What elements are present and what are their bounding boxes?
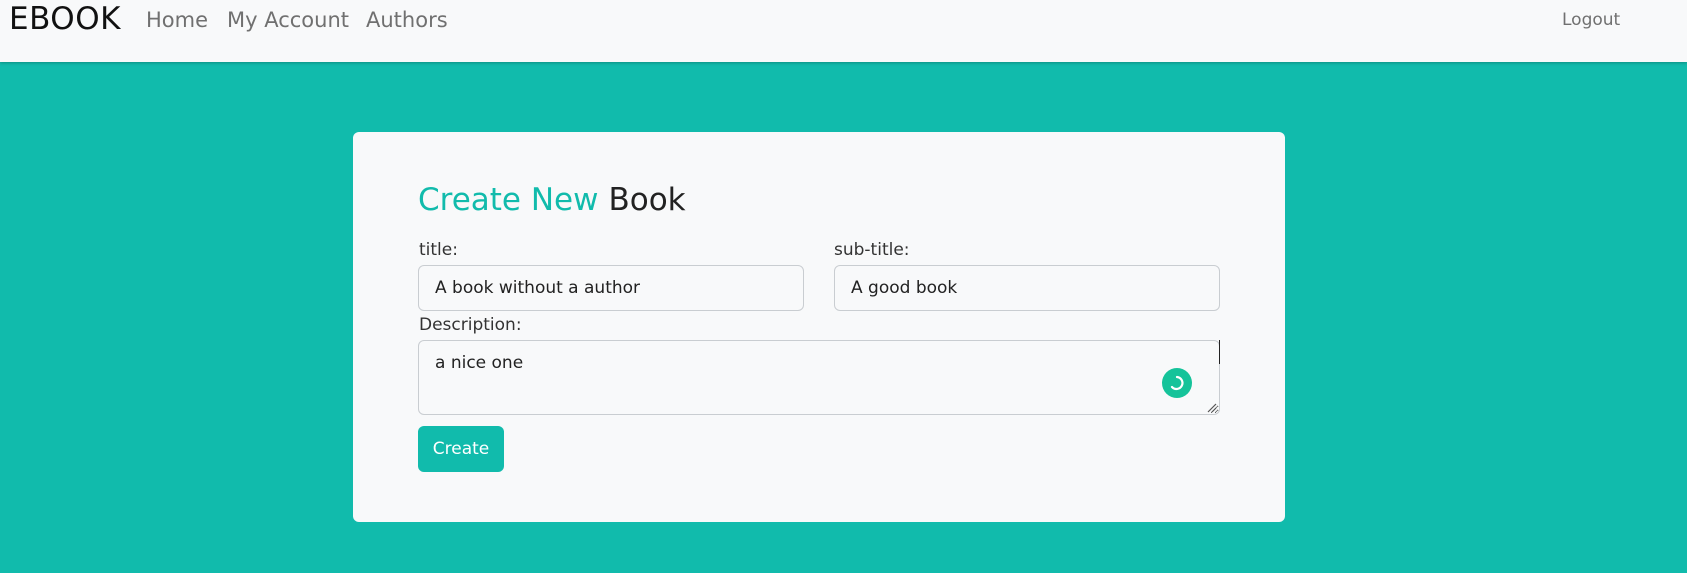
text-caret <box>1219 340 1220 364</box>
nav-link-home[interactable]: Home <box>146 8 208 32</box>
subtitle-input[interactable] <box>834 265 1220 311</box>
resize-grip-icon[interactable] <box>1205 401 1217 413</box>
create-book-card: Create NewBook title: sub-title: Descrip… <box>353 132 1285 522</box>
nav-link-authors[interactable]: Authors <box>366 8 448 32</box>
grammar-assistant-icon[interactable] <box>1162 368 1192 398</box>
page-title-accent: Create New <box>418 182 599 218</box>
navbar: EBOOK Home My Account Authors Logout <box>0 0 1687 62</box>
brand-logo[interactable]: EBOOK <box>9 1 121 37</box>
description-textarea[interactable]: a nice one <box>418 340 1220 415</box>
page-title: Create New Book <box>418 182 686 218</box>
title-label: title: <box>419 240 458 260</box>
subtitle-label: sub-title: <box>834 240 910 260</box>
description-label: Description: <box>419 315 522 335</box>
logout-link[interactable]: Logout <box>1562 10 1620 30</box>
nav-link-my-account[interactable]: My Account <box>227 8 349 32</box>
title-input[interactable] <box>418 265 804 311</box>
create-button[interactable]: Create <box>418 426 504 472</box>
page-title-main: Book <box>608 182 686 218</box>
